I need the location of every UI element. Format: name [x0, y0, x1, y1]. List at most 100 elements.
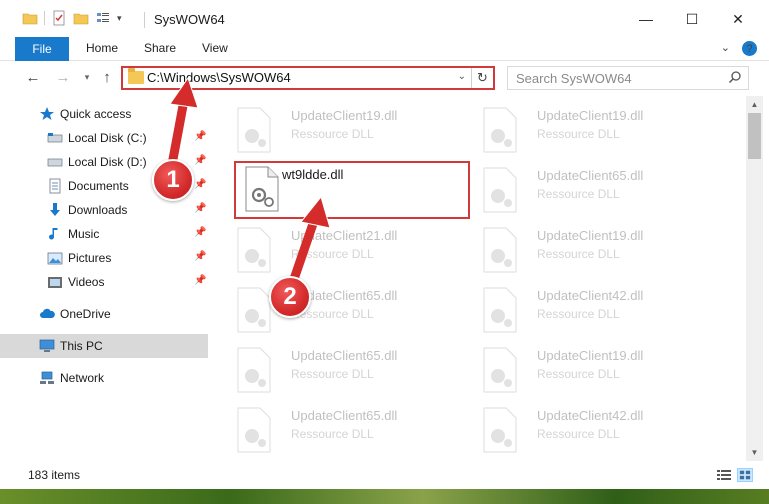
scroll-up-icon[interactable]: ▲: [746, 96, 763, 113]
tab-file[interactable]: File: [15, 37, 69, 61]
sidebar-item-onedrive[interactable]: OneDrive: [0, 302, 208, 326]
refresh-button[interactable]: ↻: [471, 68, 493, 88]
network-icon: [40, 371, 54, 384]
scrollbar-thumb[interactable]: [748, 113, 761, 159]
navigation-pane: Quick access Local Disk (C:) 📌 Local Dis…: [0, 96, 208, 461]
file-name: UpdateClient65.dll: [291, 408, 398, 423]
desktop-background: [0, 489, 769, 504]
up-button[interactable]: ↑: [98, 68, 116, 86]
window-title: SysWOW64: [154, 12, 225, 27]
ribbon-right-controls: ⌄ ?: [721, 41, 757, 56]
pin-icon[interactable]: 📌: [194, 203, 206, 214]
download-icon: [50, 203, 60, 216]
quick-access-toolbar: ▾: [22, 10, 122, 26]
minimize-button[interactable]: —: [623, 0, 669, 38]
sidebar-item-music[interactable]: Music 📌: [0, 222, 208, 246]
address-row: ← → ▾ ↑ C:\Windows\SysWOW64 ⌄ ↻ Search S…: [0, 62, 769, 94]
file-type: Ressource DLL: [537, 367, 620, 381]
address-bar[interactable]: C:\Windows\SysWOW64 ⌄ ↻: [121, 66, 495, 90]
new-folder-icon[interactable]: [73, 10, 89, 26]
sidebar-item-label: Documents: [68, 179, 129, 193]
sidebar-item-local-disk-c[interactable]: Local Disk (C:) 📌: [0, 126, 208, 150]
sidebar-item-label: Videos: [68, 275, 105, 289]
sidebar-item-pictures[interactable]: Pictures 📌: [0, 246, 208, 270]
file-item[interactable]: UpdateClient65.dll Ressource DLL: [226, 282, 464, 340]
file-item[interactable]: UpdateClient42.dll Ressource DLL: [472, 402, 710, 460]
recent-locations-icon[interactable]: ▾: [78, 68, 96, 86]
dll-file-icon: [237, 107, 271, 153]
music-icon: [49, 228, 58, 240]
file-item[interactable]: UpdateClient19.dll Ressource DLL: [226, 102, 464, 160]
file-type: Ressource DLL: [537, 307, 620, 321]
file-item[interactable]: UpdateClient19.dll Ressource DLL: [472, 102, 710, 160]
expand-ribbon-icon[interactable]: ⌄: [721, 41, 730, 56]
file-type: Ressource DLL: [537, 127, 620, 141]
search-input[interactable]: Search SysWOW64: [516, 71, 632, 86]
scroll-down-icon[interactable]: ▼: [746, 444, 763, 461]
file-name: UpdateClient65.dll: [291, 348, 398, 363]
file-name: UpdateClient42.dll: [537, 408, 644, 423]
file-name: UpdateClient19.dll: [537, 228, 644, 243]
file-name: UpdateClient19.dll: [537, 108, 644, 123]
sidebar-item-label: Network: [60, 371, 105, 385]
tab-view[interactable]: View: [202, 41, 228, 55]
sidebar-item-quick-access[interactable]: Quick access: [0, 102, 208, 126]
details-view-icon[interactable]: [716, 468, 732, 482]
sidebar-item-label: Music: [68, 227, 100, 241]
file-item[interactable]: UpdateClient65.dll Ressource DLL: [226, 402, 464, 460]
dll-file-icon: [483, 167, 517, 213]
properties-icon[interactable]: [51, 10, 67, 26]
vertical-scrollbar[interactable]: ▲ ▼: [746, 96, 763, 461]
folder-icon: [128, 68, 144, 84]
folder-icon[interactable]: [22, 10, 38, 26]
dll-file-icon: [237, 227, 271, 273]
file-item[interactable]: UpdateClient42.dll Ressource DLL: [472, 282, 710, 340]
file-name: UpdateClient65.dll: [537, 168, 644, 183]
tab-home[interactable]: Home: [86, 41, 118, 55]
sidebar-item-this-pc[interactable]: This PC: [0, 334, 208, 358]
ribbon-tabs: File Home Share View ⌄ ?: [0, 37, 769, 61]
file-item[interactable]: UpdateClient19.dll Ressource DLL: [472, 342, 710, 400]
file-type: Ressource DLL: [537, 247, 620, 261]
pin-icon[interactable]: 📌: [194, 155, 206, 166]
sidebar-item-downloads[interactable]: Downloads 📌: [0, 198, 208, 222]
tab-share[interactable]: Share: [144, 41, 176, 55]
status-bar: 183 items: [0, 462, 769, 488]
qat-divider: [44, 11, 45, 25]
close-button[interactable]: ✕: [715, 0, 761, 38]
back-button[interactable]: ←: [24, 68, 42, 86]
sidebar-item-label: Local Disk (D:): [68, 155, 147, 169]
search-icon[interactable]: [728, 70, 742, 84]
address-dropdown-icon[interactable]: ⌄: [458, 71, 466, 82]
sidebar-item-label: This PC: [60, 339, 103, 353]
qat-dropdown-icon[interactable]: ▾: [117, 13, 122, 24]
step-badge-1: 1: [152, 159, 194, 201]
pin-icon[interactable]: 📌: [194, 251, 206, 262]
pin-icon[interactable]: 📌: [194, 131, 206, 142]
documents-icon: [49, 178, 61, 194]
file-name: UpdateClient21.dll: [291, 228, 398, 243]
sidebar-item-network[interactable]: Network: [0, 366, 208, 390]
file-name: UpdateClient19.dll: [537, 348, 644, 363]
address-path[interactable]: C:\Windows\SysWOW64: [147, 70, 291, 85]
forward-button[interactable]: →: [54, 68, 72, 86]
item-count: 183 items: [28, 468, 81, 482]
sidebar-item-videos[interactable]: Videos 📌: [0, 270, 208, 294]
file-item[interactable]: UpdateClient65.dll Ressource DLL: [226, 342, 464, 400]
search-box[interactable]: Search SysWOW64: [507, 66, 749, 90]
sidebar-item-label: Pictures: [68, 251, 112, 265]
customize-toolbar-icon[interactable]: [95, 10, 111, 26]
sidebar-item-label: Downloads: [68, 203, 128, 217]
pin-icon[interactable]: 📌: [194, 227, 206, 238]
file-type: Ressource DLL: [291, 427, 374, 441]
help-icon[interactable]: ?: [742, 41, 757, 56]
file-item[interactable]: UpdateClient65.dll Ressource DLL: [472, 162, 710, 220]
file-item[interactable]: UpdateClient21.dll Ressource DLL: [226, 222, 464, 280]
videos-icon: [48, 277, 62, 288]
pin-icon[interactable]: 📌: [194, 179, 206, 190]
maximize-button[interactable]: ☐: [669, 0, 715, 38]
file-item[interactable]: UpdateClient19.dll Ressource DLL: [472, 222, 710, 280]
title-divider: [144, 12, 145, 28]
pin-icon[interactable]: 📌: [194, 275, 206, 286]
tiles-view-icon[interactable]: [737, 468, 753, 482]
